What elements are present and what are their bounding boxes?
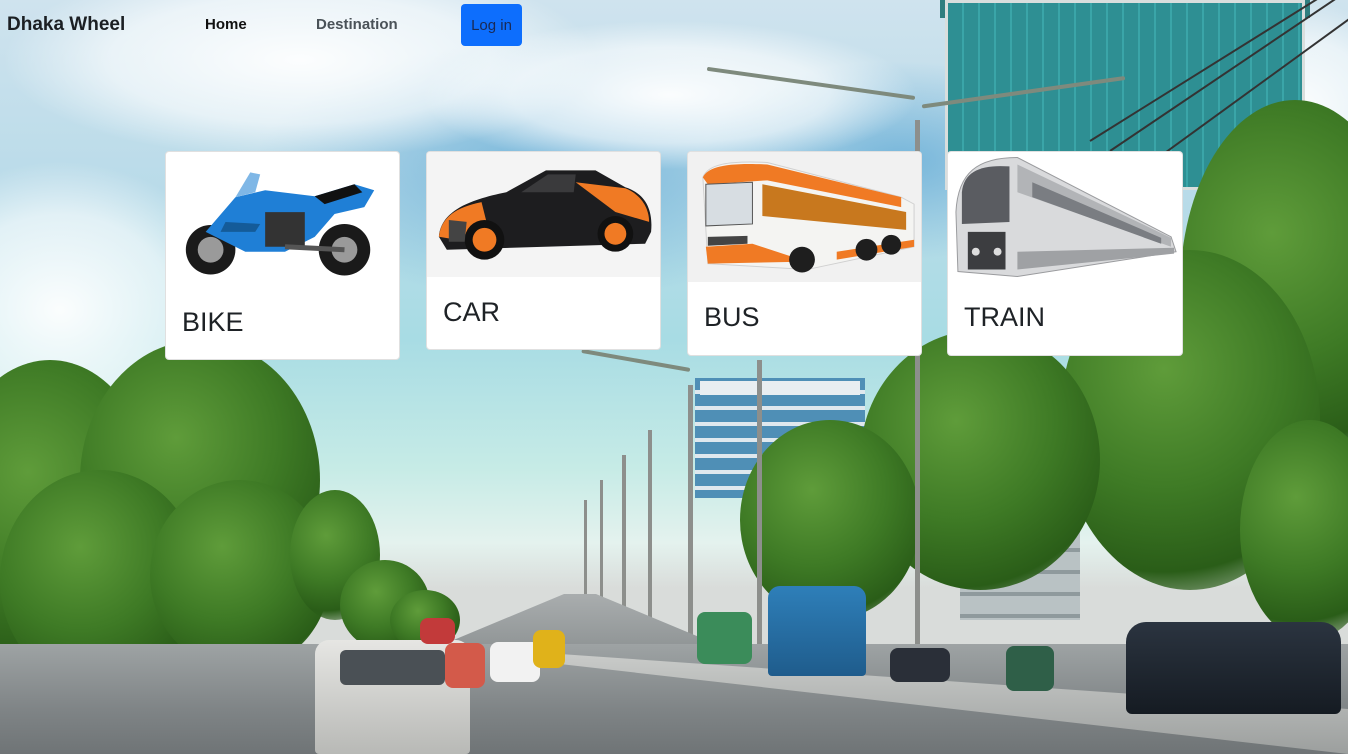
bus-icon xyxy=(702,161,915,273)
vehicle-title: TRAIN xyxy=(964,302,1045,332)
train-icon xyxy=(955,157,1177,277)
vehicle-title: BIKE xyxy=(182,307,244,337)
sports-car-icon xyxy=(438,170,652,260)
nav-destination-link[interactable]: Destination xyxy=(316,16,398,33)
vehicle-card-bus[interactable]: BUS xyxy=(687,151,922,356)
vehicle-card-train[interactable]: TRAIN xyxy=(947,151,1183,356)
nav-home-link[interactable]: Home xyxy=(205,16,247,33)
vehicle-title: BUS xyxy=(704,302,760,332)
login-button[interactable]: Log in xyxy=(461,4,522,46)
vehicle-title: CAR xyxy=(443,297,501,327)
background-street-scene xyxy=(0,0,1348,754)
brand-logo[interactable]: Dhaka Wheel xyxy=(7,14,125,36)
vehicle-card-bike[interactable]: BIKE xyxy=(165,151,400,360)
vehicle-card-car[interactable]: CAR xyxy=(426,151,661,350)
top-navbar: Dhaka Wheel Home Destination Log in xyxy=(0,0,1348,50)
motorcycle-icon xyxy=(185,172,375,276)
